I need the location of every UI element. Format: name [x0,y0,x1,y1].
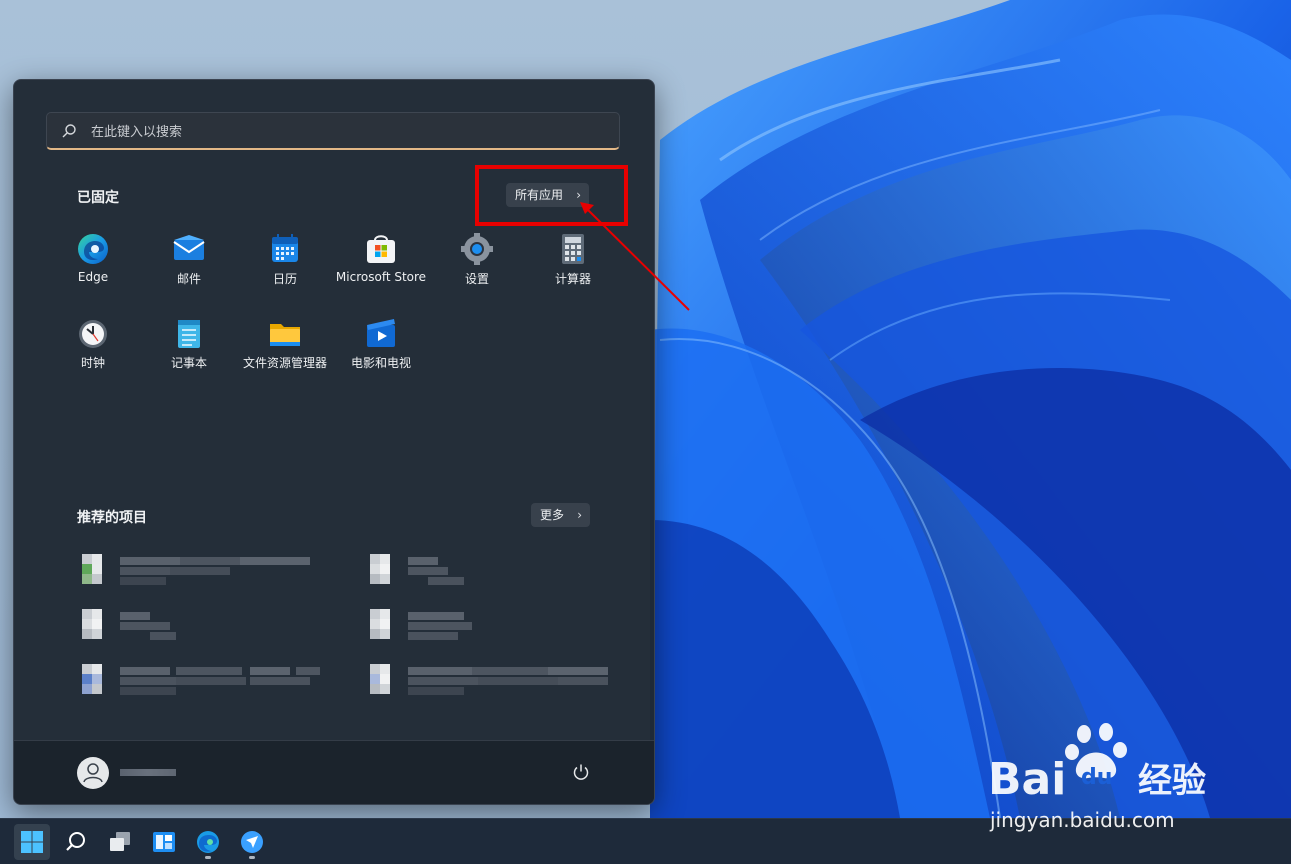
folder-icon [270,324,300,346]
calendar-icon [272,234,298,262]
running-indicator [249,856,255,859]
blurred-text [120,667,320,695]
baidu-jingyan-watermark: Bai 经验 du jingyan.baidu.com [988,722,1228,832]
more-label: 更多 [540,508,565,522]
taskbar-search-button[interactable] [58,824,94,860]
search-icon [66,832,85,851]
file-icon [82,609,102,639]
recommended-item[interactable] [80,607,340,640]
movies-icon [367,319,395,347]
blurred-text [120,612,176,640]
recommended-item[interactable] [368,552,628,585]
running-indicator [205,856,211,859]
user-avatar[interactable] [77,757,109,789]
recommended-item[interactable] [368,607,628,640]
start-menu-footer [14,740,654,804]
svg-text:经验: 经验 [1138,761,1206,801]
search-icon [62,124,76,138]
settings-icon [461,233,493,265]
recommended-item[interactable] [368,662,628,695]
windows-start-icon [21,831,43,853]
file-icon [82,554,102,584]
widgets-icon [153,832,175,852]
app-label: 电影和电视 [350,356,411,370]
task-view-icon [110,832,130,851]
file-icon [370,609,390,639]
app-tile-store[interactable]: Microsoft Store [333,230,429,302]
watermark-url: jingyan.baidu.com [990,808,1175,832]
app-tile-notepad[interactable]: 记事本 [141,314,237,386]
file-icon [370,664,390,694]
svg-text:Bai: Bai [988,754,1066,805]
file-icon [370,554,390,584]
user-name-blurred[interactable] [120,769,176,776]
app-tile-clock[interactable]: 时钟 [45,314,141,386]
notepad-icon [178,320,200,348]
edge-icon [197,831,219,853]
chevron-right-icon: › [577,508,583,522]
recommended-title: 推荐的项目 [77,510,147,526]
pinned-title: 已固定 [77,190,119,206]
taskbar-task-view-button[interactable] [102,824,138,860]
search-input[interactable] [89,120,593,144]
blurred-text [408,667,608,695]
taskbar-start-button[interactable] [14,824,50,860]
recommended-item[interactable] [80,662,340,695]
svg-text:du: du [1081,765,1112,790]
app-tile-calendar[interactable]: 日历 [237,230,333,302]
blurred-text [408,612,472,640]
user-icon [83,763,103,783]
app-tile-edge[interactable]: Edge [45,230,141,302]
baidu-logo: Bai 经验 du [988,723,1206,805]
mail-icon [173,235,205,260]
taskbar-app-button[interactable] [234,824,270,860]
search-box[interactable] [46,112,620,150]
recommended-item[interactable] [80,552,340,585]
app-icon [241,831,263,853]
blurred-text [120,557,310,585]
store-icon [367,235,395,263]
app-tile-file-explorer[interactable]: 文件资源管理器 [237,314,333,386]
file-icon [82,664,102,694]
blurred-text [408,557,464,585]
taskbar-widgets-button[interactable] [146,824,182,860]
taskbar-edge-button[interactable] [190,824,226,860]
annotation-arrow [580,202,690,311]
app-tile-movies-tv[interactable]: 电影和电视 [333,314,429,386]
more-button[interactable]: 更多 › [531,503,591,527]
clock-icon [79,320,107,348]
app-tile-mail[interactable]: 邮件 [141,230,237,302]
power-icon[interactable] [572,763,590,781]
app-tile-settings[interactable]: 设置 [429,230,525,302]
edge-icon [78,234,108,264]
